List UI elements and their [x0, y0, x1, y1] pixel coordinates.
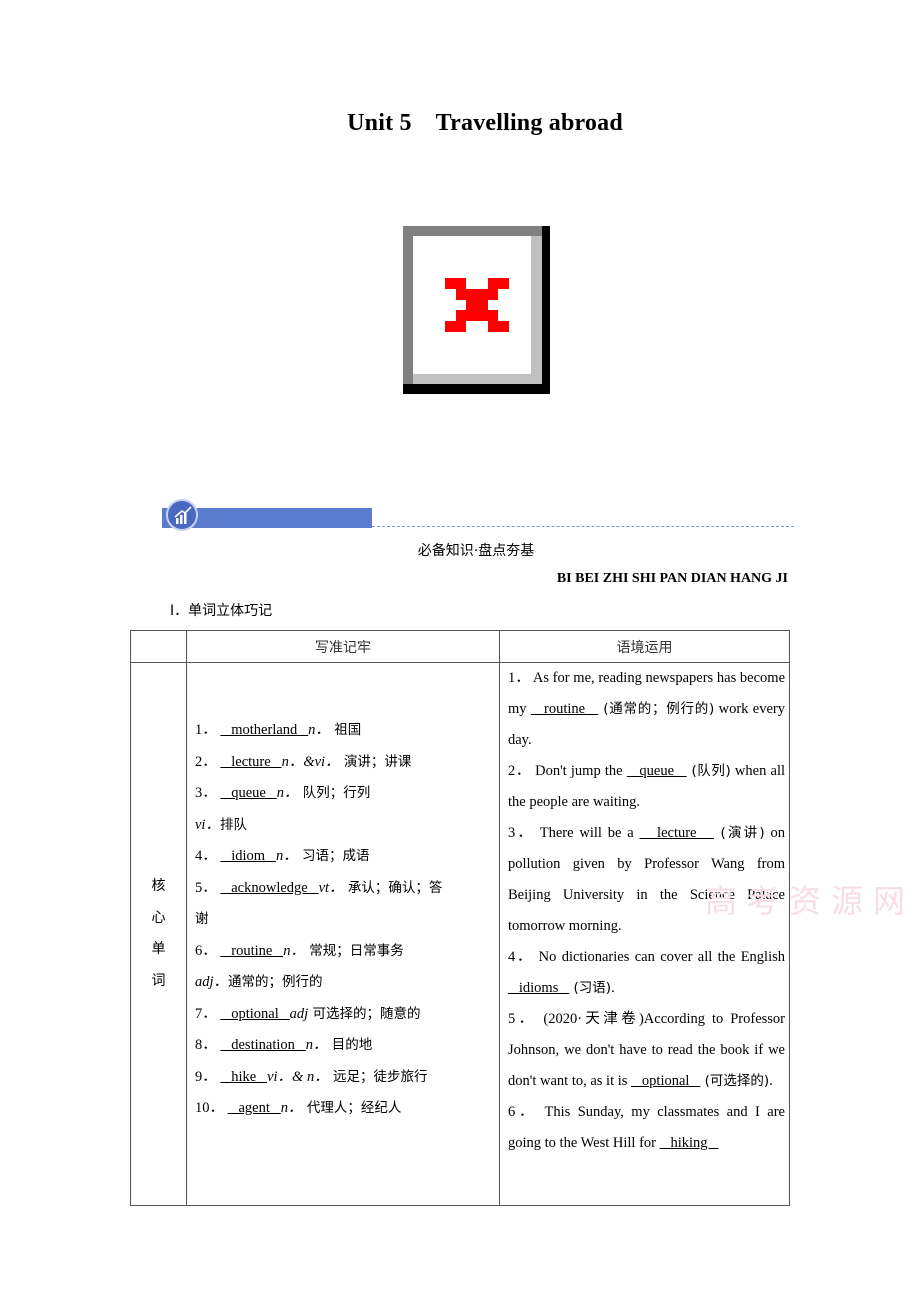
usage-hint: (演讲)	[713, 825, 765, 841]
word-extra-meaning: 排队	[219, 816, 247, 833]
usage-answer: hiking	[659, 1135, 719, 1151]
red-x-icon	[445, 278, 509, 332]
vocabulary-table: 写准记牢 语境运用 核 心 单 词 1． motherland n． 祖国 2． …	[130, 630, 790, 1206]
usage-hint: (习语)	[569, 980, 612, 996]
usage-item: 4． No dictionaries can cover all the Eng…	[508, 949, 786, 996]
usage-answer: routine	[530, 701, 599, 717]
usage-hint: (可选择的)	[700, 1073, 770, 1089]
usage-item: 1． As for me, reading newspapers has bec…	[508, 670, 786, 748]
word-pos: n．	[305, 1037, 328, 1053]
word-answer: routine	[220, 942, 284, 959]
word-meaning: 习语；成语	[297, 848, 370, 864]
word-number: 4．	[195, 848, 217, 864]
word-extra: vi．排队	[195, 810, 495, 842]
word-answer: agent	[227, 1100, 281, 1116]
usage-answer: optional	[631, 1073, 701, 1089]
word-meaning: 可选择的；随意的	[308, 1005, 421, 1022]
word-number: 3．	[195, 785, 217, 801]
side-label: 核 心 单 词	[130, 662, 187, 1206]
usage-answer: lecture	[639, 825, 714, 841]
word-number: 9．	[195, 1068, 217, 1085]
word-item: 8． destination n． 目的地	[195, 1030, 495, 1062]
section-divider	[372, 526, 794, 527]
word-meaning-cont: 谢	[195, 911, 209, 927]
word-list: 1． motherland n． 祖国 2． lecture n．&vi． 演讲；…	[186, 662, 500, 1206]
word-pos: n．	[280, 1100, 303, 1116]
word-meaning: 远足；徒步旅行	[328, 1068, 428, 1085]
usage-number: 1．	[508, 670, 533, 686]
title-unit: Unit 5	[347, 110, 412, 136]
word-extra-meaning: 通常的；例行的	[228, 974, 323, 990]
table-row: 核 心 单 词 1． motherland n． 祖国 2． lecture n．…	[130, 662, 790, 1206]
word-meaning: 演讲；讲课	[339, 753, 412, 770]
word-extra: adj．通常的；例行的	[195, 967, 495, 999]
word-meaning: 祖国	[329, 722, 362, 738]
word-item: 9． hike vi．& n． 远足；徒步旅行	[195, 1062, 495, 1094]
word-number: 6．	[195, 942, 217, 959]
word-extra-pos: adj．	[195, 974, 229, 990]
word-meaning: 常规；日常事务	[304, 942, 404, 959]
usage-answer: queue	[626, 763, 687, 779]
word-answer: optional	[220, 1005, 290, 1022]
section-title-cn: 必备知识·盘点夯基	[417, 543, 535, 559]
word-item: 3． queue n． 队列；行列	[195, 778, 495, 810]
usage-hint: (通常的；例行的)	[598, 701, 715, 717]
word-number: 10．	[195, 1100, 224, 1116]
usage-number: 6．	[508, 1104, 545, 1120]
word-number: 2．	[195, 753, 217, 770]
word-item: 7． optional adj 可选择的；随意的	[195, 999, 495, 1031]
usage-item: 5． (2020·天津卷)According to Professor John…	[508, 1011, 785, 1089]
title-name: Travelling abroad	[435, 110, 623, 136]
part-title: Ⅰ．单词立体巧记	[170, 603, 273, 619]
watermark: 高考资源网	[705, 882, 916, 920]
word-pos: n．	[283, 942, 305, 959]
word-pos: adj	[289, 1005, 309, 1022]
word-number: 8．	[195, 1037, 217, 1053]
word-item: 1． motherland n． 祖国	[195, 715, 495, 747]
word-item: 4． idiom n． 习语；成语	[195, 841, 495, 873]
word-number: 5．	[195, 879, 217, 896]
word-answer: acknowledge	[220, 879, 319, 896]
usage-hint: (队列)	[686, 763, 731, 779]
document-title: Unit 5 Travelling abroad	[0, 110, 920, 137]
header-write: 写准记牢	[186, 630, 500, 663]
word-answer: lecture	[220, 753, 282, 770]
word-pos: n．	[308, 722, 330, 738]
word-number: 7．	[195, 1005, 217, 1022]
word-pos: vi．& n．	[267, 1068, 329, 1085]
word-number: 1．	[195, 722, 217, 738]
word-answer: destination	[220, 1037, 306, 1053]
word-pos: vt．	[318, 879, 344, 896]
usage-number: 5．	[508, 1011, 544, 1027]
table-header-row: 写准记牢 语境运用	[130, 630, 790, 663]
usage-number: 3．	[508, 825, 540, 841]
word-meaning: 承认；确认；答	[343, 879, 443, 896]
header-blank	[130, 630, 187, 663]
usage-item: 2． Don't jump the queue (队列) when all th…	[508, 763, 786, 810]
usage-answer: idioms	[508, 980, 570, 996]
word-item: 10． agent n． 代理人；经纪人	[195, 1093, 495, 1125]
chart-growth-icon	[166, 499, 198, 531]
usage-item: 6． This Sunday, my classmates and I are …	[508, 1104, 785, 1151]
word-answer: hike	[220, 1068, 268, 1085]
word-item: 6． routine n． 常规；日常事务	[195, 936, 495, 968]
usage-number: 2．	[508, 763, 536, 779]
usage-number: 4．	[508, 949, 539, 965]
word-pos: n．&vi．	[281, 753, 340, 770]
word-extra-pos: vi．	[195, 816, 220, 833]
usage-list: 1． As for me, reading newspapers has bec…	[499, 662, 790, 1206]
word-meaning: 代理人；经纪人	[302, 1100, 402, 1116]
word-answer: idiom	[220, 848, 276, 864]
word-item: 2． lecture n．&vi． 演讲；讲课	[195, 747, 495, 779]
word-item: 5． acknowledge vt． 承认；确认；答	[195, 873, 495, 905]
word-meaning: 队列；行列	[298, 785, 371, 801]
word-pos: n．	[276, 785, 299, 801]
word-pos: n．	[275, 848, 298, 864]
word-answer: queue	[220, 785, 277, 801]
broken-image-icon	[403, 226, 550, 394]
word-meaning: 目的地	[327, 1037, 373, 1053]
header-usage: 语境运用	[499, 630, 790, 663]
word-answer: motherland	[220, 722, 309, 738]
section-title-pinyin: BI BEI ZHI SHI PAN DIAN HANG JI	[556, 571, 788, 586]
